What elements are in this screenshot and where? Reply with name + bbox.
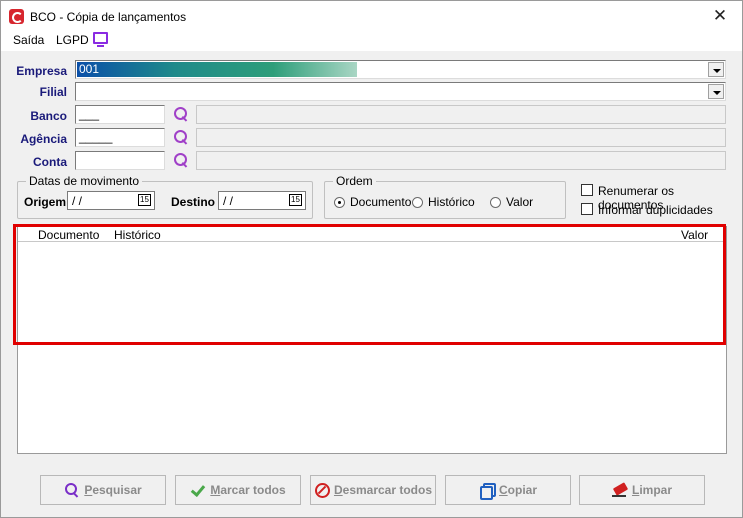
destino-calendar-icon[interactable]: 15: [289, 194, 302, 206]
origem-label: Origem: [24, 195, 67, 209]
destino-label: Destino: [171, 195, 216, 209]
menu-lgpd[interactable]: LGPD: [56, 33, 89, 47]
banco-label: Banco: [30, 109, 67, 123]
destino-date-input[interactable]: / / 15: [218, 191, 306, 210]
empresa-select[interactable]: 001: [75, 60, 726, 79]
agencia-search-icon[interactable]: [173, 129, 189, 145]
conta-input[interactable]: [75, 151, 165, 170]
pesquisar-label: Pesquisar: [84, 483, 142, 497]
filial-label: Filial: [39, 85, 67, 99]
conta-label: Conta: [33, 155, 67, 169]
window-title: BCO - Cópia de lançamentos: [30, 10, 187, 24]
origem-date-input[interactable]: / / 15: [67, 191, 155, 210]
title-bar[interactable]: BCO - Cópia de lançamentos ✕: [1, 1, 742, 31]
limpar-label: Limpar: [631, 483, 673, 497]
limpar-button[interactable]: Limpar: [579, 475, 705, 505]
banco-description-field: [196, 105, 726, 124]
monitor-icon[interactable]: [93, 32, 108, 47]
dialog-window: BCO - Cópia de lançamentos ✕ Saída LGPD …: [0, 0, 743, 518]
datas-group-title: Datas de movimento: [26, 174, 143, 188]
marcar-todos-label: Marcar todos: [210, 483, 286, 497]
check-icon: [190, 482, 206, 498]
agencia-label: Agência: [20, 132, 67, 146]
search-icon: [64, 482, 80, 498]
filial-select[interactable]: [75, 82, 726, 101]
duplicidades-checkbox[interactable]: [581, 203, 593, 215]
ordem-group-title: Ordem: [333, 174, 376, 188]
origem-calendar-icon[interactable]: 15: [138, 194, 151, 206]
agencia-input[interactable]: _____: [75, 128, 165, 147]
origem-date-value: / /: [72, 194, 83, 208]
desmarcar-todos-label: Desmarcar todos: [333, 483, 433, 497]
empresa-value: 001: [77, 62, 357, 77]
app-logo-icon: [9, 9, 24, 24]
datas-group: Datas de movimento Origem / / 15 Destino…: [17, 174, 313, 219]
marcar-todos-button[interactable]: Marcar todos: [175, 475, 301, 505]
copiar-button[interactable]: Copiar: [445, 475, 571, 505]
banco-search-icon[interactable]: [173, 106, 189, 122]
close-button[interactable]: ✕: [698, 1, 742, 31]
agencia-description-field: [196, 128, 726, 147]
duplicidades-label[interactable]: Informar duplicidades: [598, 203, 713, 217]
conta-description-field: [196, 151, 726, 170]
empresa-dropdown-button[interactable]: [708, 62, 724, 77]
banco-input[interactable]: ___: [75, 105, 165, 124]
highlight-annotation: [13, 224, 726, 345]
destino-date-value: / /: [223, 194, 234, 208]
menu-bar: Saída LGPD: [1, 31, 742, 51]
ordem-historico-label[interactable]: Histórico: [428, 195, 475, 209]
ordem-valor-radio[interactable]: [490, 197, 501, 208]
ordem-documento-label[interactable]: Documento: [350, 195, 411, 209]
eraser-icon: [611, 482, 628, 498]
ordem-valor-label[interactable]: Valor: [506, 195, 533, 209]
pesquisar-button[interactable]: Pesquisar: [40, 475, 166, 505]
desmarcar-todos-button[interactable]: Desmarcar todos: [310, 475, 436, 505]
copy-icon: [479, 482, 496, 500]
menu-saida[interactable]: Saída: [13, 33, 44, 47]
copiar-label: Copiar: [498, 483, 537, 497]
filial-dropdown-button[interactable]: [708, 84, 724, 99]
empresa-label: Empresa: [16, 64, 67, 78]
renumerar-checkbox[interactable]: [581, 184, 593, 196]
block-icon: [314, 482, 330, 498]
ordem-historico-radio[interactable]: [412, 197, 423, 208]
ordem-group: Ordem Documento Histórico Valor: [324, 174, 566, 219]
conta-search-icon[interactable]: [173, 152, 189, 168]
ordem-documento-radio[interactable]: [334, 197, 345, 208]
